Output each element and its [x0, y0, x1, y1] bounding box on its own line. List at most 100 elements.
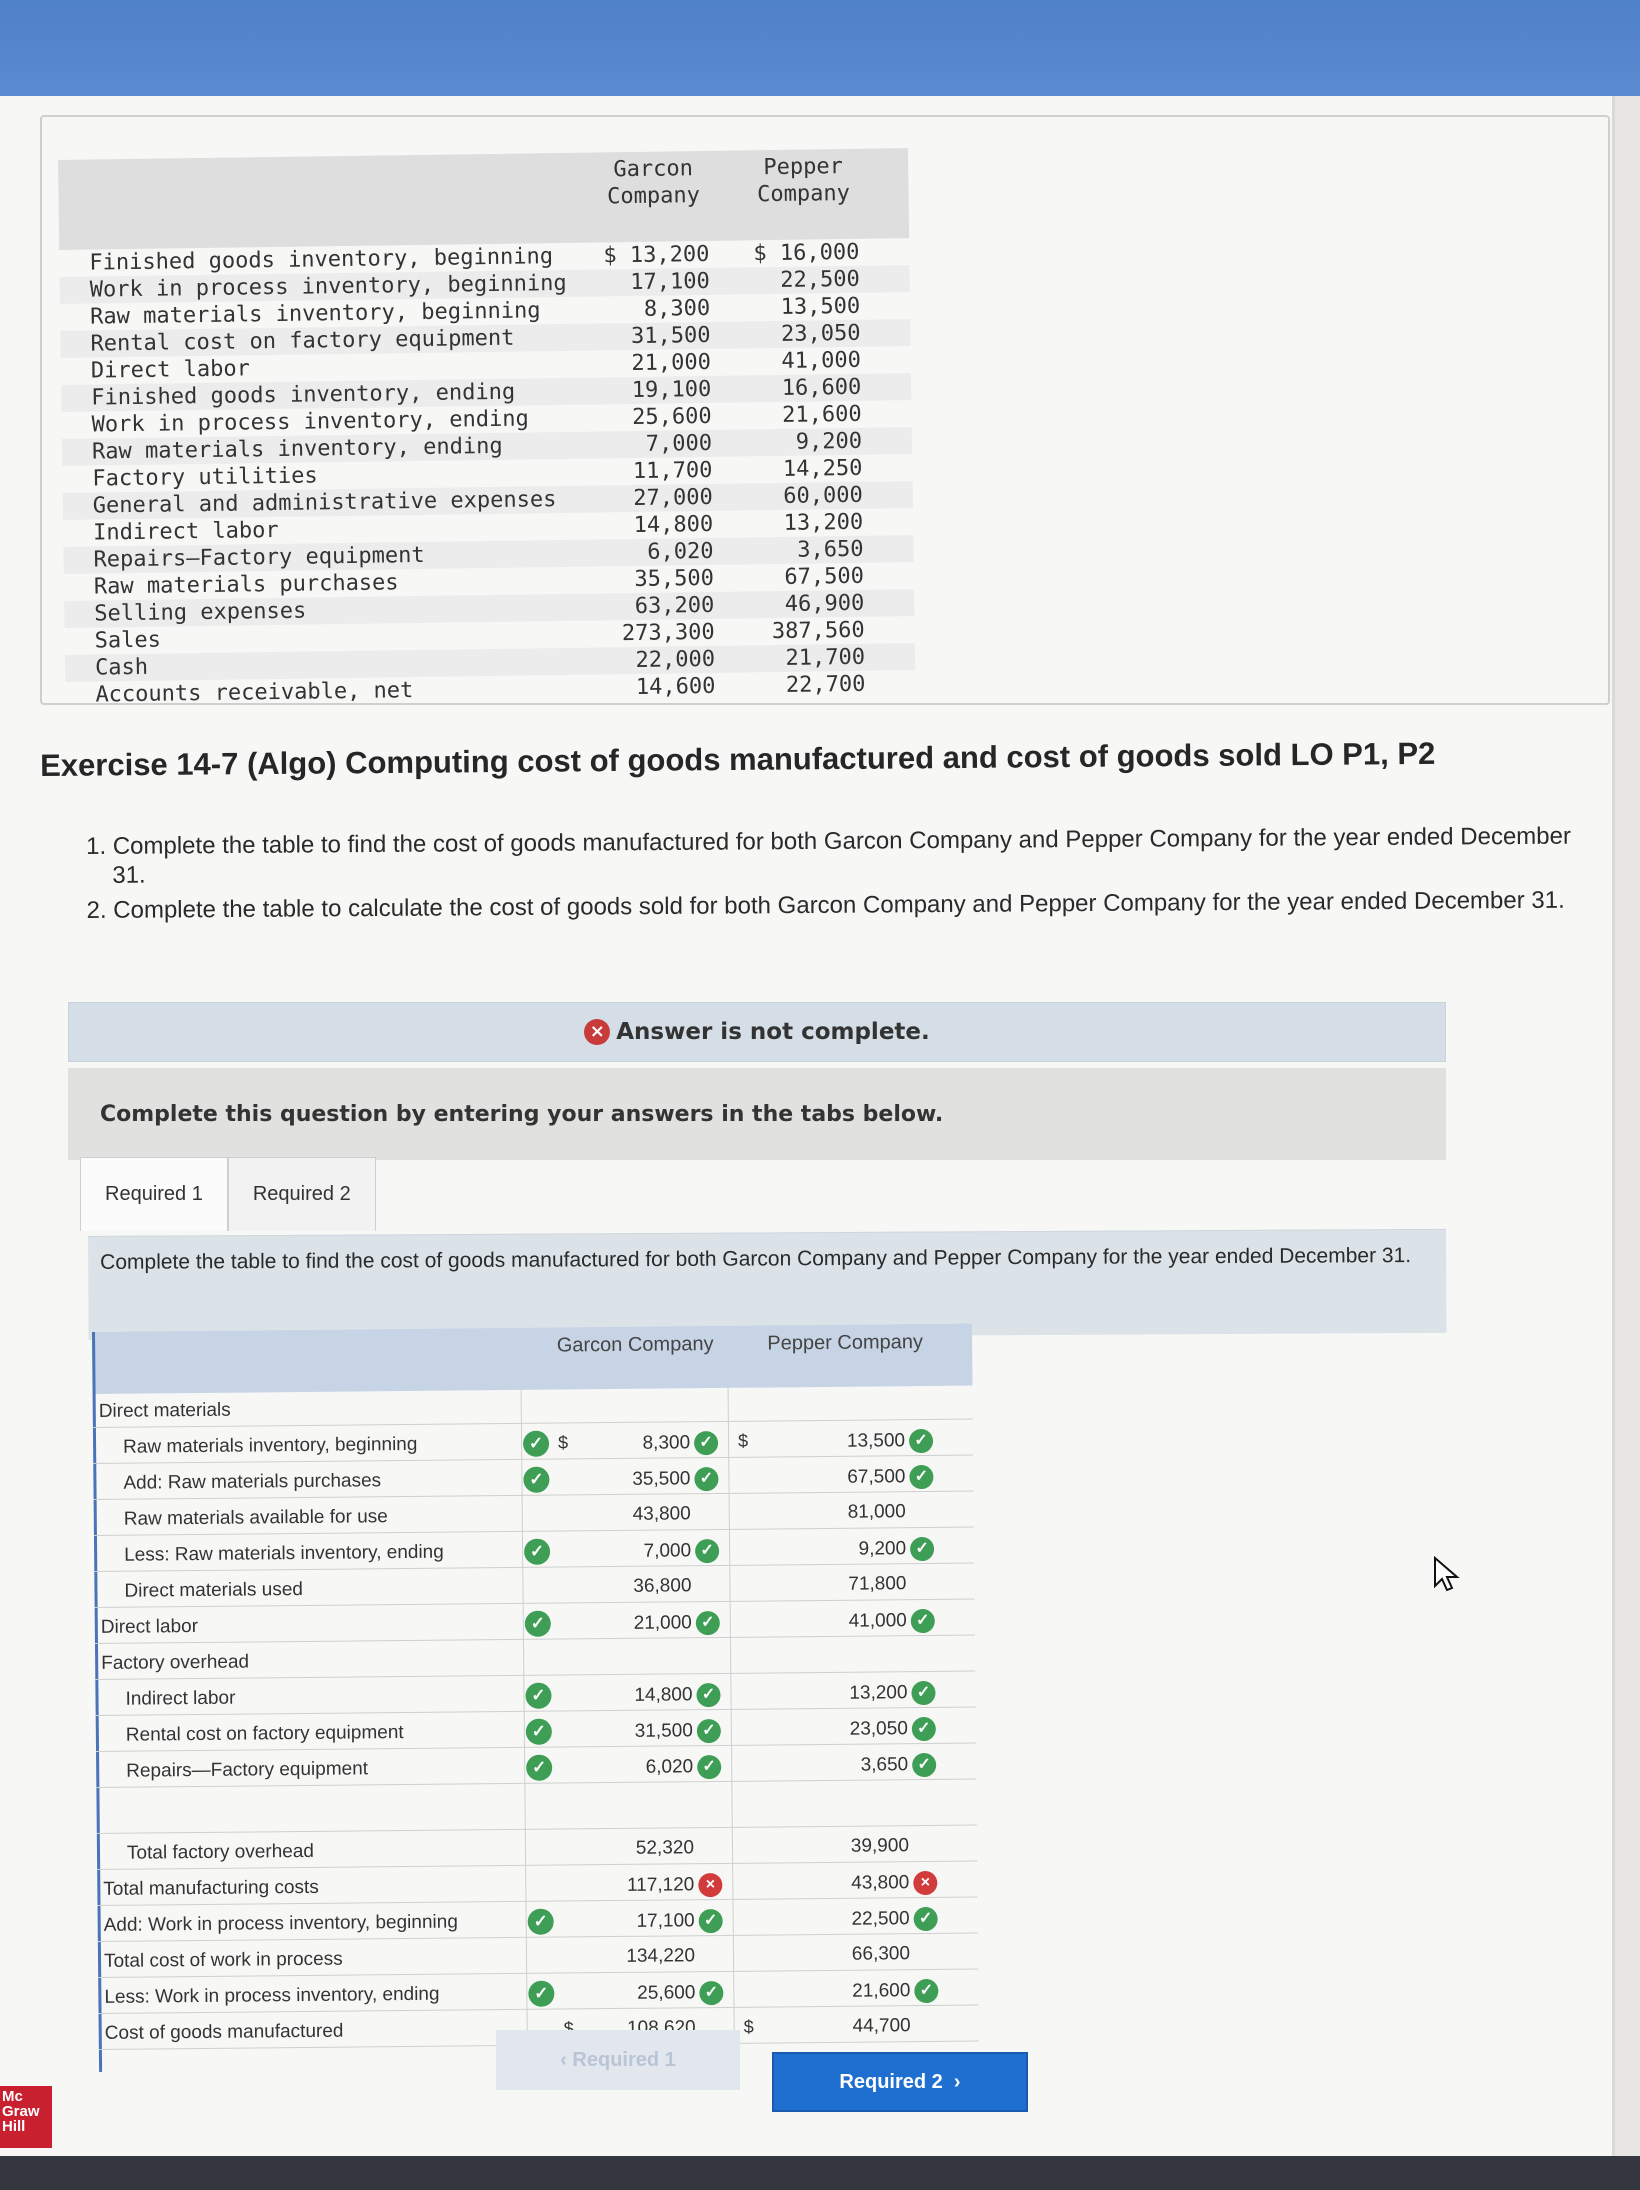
garcon-answer-cell[interactable]: 25,600 ✓ — [563, 1980, 724, 2007]
garcon-answer-cell[interactable]: 7,000 ✓ — [559, 1538, 720, 1565]
garcon-answer-cell[interactable]: 134,220 — [563, 1945, 723, 1969]
answer-table-row: Direct materials used 36,800 71,800 — [94, 1567, 975, 1608]
answer-table-row — [96, 1793, 977, 1834]
error-x-icon: × — [698, 1872, 723, 1898]
pepper-value: 23,050 — [780, 320, 861, 347]
garcon-value: 21,000 — [631, 349, 712, 377]
garcon-answer-cell[interactable]: 6,020 ✓ — [561, 1754, 722, 1781]
answer-row-label: Raw materials inventory, beginning — [123, 1433, 418, 1458]
garcon-value: 22,000 — [635, 646, 716, 673]
tab-required-2[interactable]: Required 2 — [227, 1157, 376, 1231]
pepper-answer-cell[interactable]: 13,500 ✓ — [733, 1428, 934, 1455]
complete-instruction-text: Complete this question by entering your … — [100, 1101, 944, 1127]
garcon-answer-value: 25,600 — [637, 1982, 696, 2004]
pepper-answer-value: 21,600 — [852, 1980, 911, 2002]
prev-button-label: Required 1 — [572, 2048, 676, 2071]
pepper-answer-cell[interactable]: 43,800 × — [737, 1870, 938, 1897]
garcon-answer-cell[interactable]: 36,800 — [559, 1575, 719, 1599]
answer-table-row: Rental cost on factory equipment ✓ 31,500 ✓… — [95, 1711, 976, 1752]
pepper-value: 14,250 — [782, 455, 863, 482]
garcon-answer-cell[interactable]: 31,500 ✓ — [561, 1718, 721, 1745]
pepper-answer-value: 23,050 — [849, 1718, 908, 1740]
pepper-answer-cell[interactable]: 44,700 — [739, 2015, 939, 2039]
answer-row-label: Add: Raw materials purchases — [123, 1470, 382, 1494]
pepper-answer-cell[interactable] — [733, 1393, 933, 1395]
garcon-answer-cell[interactable] — [558, 1395, 718, 1397]
answer-row-label: Total cost of work in process — [103, 1948, 343, 1972]
check-icon: ✓ — [695, 1610, 720, 1636]
answer-row-label: Less: Raw materials inventory, ending — [124, 1541, 444, 1566]
pepper-value: 46,900 — [784, 590, 865, 617]
pepper-answer-cell[interactable]: 41,000 ✓ — [735, 1608, 935, 1635]
garcon-answer-value: 36,800 — [633, 1575, 692, 1597]
check-icon: ✓ — [698, 1908, 723, 1934]
check-icon: ✓ — [694, 1466, 719, 1492]
pepper-value: 387,560 — [771, 617, 865, 645]
answer-row-label: Add: Work in process inventory, beginnin… — [103, 1911, 458, 1936]
pepper-answer-cell[interactable]: 71,800 — [734, 1573, 934, 1597]
check-icon: ✓ — [522, 1430, 550, 1457]
garcon-answer-cell[interactable]: 52,320 — [562, 1837, 722, 1861]
top-header-bar — [0, 0, 1640, 96]
pepper-value: 21,600 — [781, 401, 862, 428]
pepper-value: 9,200 — [795, 428, 863, 455]
garcon-answer-value: 134,220 — [626, 1945, 696, 1967]
pepper-answer-value: 13,500 — [846, 1430, 906, 1452]
bottom-bar — [0, 2156, 1640, 2190]
pepper-answer-cell[interactable]: 23,050 ✓ — [736, 1716, 936, 1743]
check-icon: ✓ — [911, 1680, 936, 1706]
pepper-answer-cell[interactable]: 66,300 — [738, 1943, 938, 1967]
pepper-answer-cell[interactable]: 13,200 ✓ — [735, 1680, 936, 1707]
pepper-answer-cell[interactable] — [737, 1799, 937, 1801]
garcon-answer-cell[interactable]: 35,500 ✓ — [558, 1466, 719, 1493]
answer-row-label: Cost of goods manufactured — [104, 2020, 344, 2044]
garcon-value: 6,020 — [647, 538, 714, 565]
pepper-answer-value: 43,800 — [851, 1872, 910, 1894]
check-icon: ✓ — [525, 1682, 552, 1709]
check-icon: ✓ — [910, 1608, 935, 1634]
answer-table-row: Raw materials available for use 43,800 81,… — [93, 1495, 974, 1536]
next-required-button[interactable]: Required 2 › — [772, 2052, 1028, 2112]
answer-table-row: Direct materials — [92, 1387, 973, 1428]
error-x-icon: × — [584, 1019, 611, 1045]
pepper-answer-cell[interactable]: 22,500 ✓ — [738, 1906, 938, 1933]
garcon-answer-cell[interactable]: 43,800 — [559, 1503, 719, 1527]
answer-row-label: Direct materials — [98, 1399, 231, 1422]
garcon-value: 14,600 — [635, 673, 716, 700]
check-icon: ✓ — [524, 1610, 551, 1637]
pepper-answer-cell[interactable]: 21,600 ✓ — [738, 1978, 939, 2005]
instruction-2: 2. Complete the table to calculate the c… — [86, 886, 1565, 924]
pepper-answer-value: 67,500 — [847, 1466, 906, 1488]
tab-required-1[interactable]: Required 1 — [80, 1157, 228, 1231]
answer-table-row: Raw materials inventory, beginning ✓ $ $8,3… — [92, 1423, 974, 1464]
check-icon: ✓ — [697, 1754, 722, 1780]
garcon-answer-cell[interactable] — [562, 1801, 722, 1803]
pepper-answer-cell[interactable] — [735, 1645, 935, 1647]
check-icon: ✓ — [693, 1430, 719, 1456]
answer-table-row: Total cost of work in process 134,220 66,3… — [97, 1937, 979, 1978]
pepper-answer-cell[interactable]: 9,200 ✓ — [734, 1536, 935, 1563]
garcon-answer-cell[interactable]: 14,800 ✓ — [560, 1682, 721, 1709]
garcon-answer-cell[interactable]: 117,120 × — [562, 1872, 723, 1899]
check-icon: ✓ — [525, 1718, 552, 1745]
pepper-answer-value: 71,800 — [848, 1573, 907, 1595]
garcon-answer-cell[interactable]: 17,100 ✓ — [563, 1908, 723, 1935]
prev-required-button[interactable]: ‹ Required 1 — [496, 2030, 740, 2090]
pepper-value: $ 16,000 — [753, 239, 860, 267]
garcon-value: 35,500 — [634, 565, 715, 592]
check-icon: ✓ — [523, 1466, 550, 1493]
answer-row-label: Rental cost on factory equipment — [125, 1722, 404, 1746]
answer-row-label: Direct labor — [100, 1615, 199, 1638]
garcon-answer-cell[interactable]: 21,000 ✓ — [560, 1610, 720, 1637]
pepper-answer-cell[interactable]: 67,500 ✓ — [733, 1464, 934, 1491]
garcon-answer-value: 117,120 — [626, 1874, 695, 1896]
garcon-answer-cell[interactable] — [560, 1647, 720, 1649]
garcon-answer-cell[interactable]: 8,300 ✓ — [558, 1430, 719, 1457]
pepper-answer-value: 22,500 — [851, 1908, 910, 1930]
pepper-answer-cell[interactable]: 39,900 — [737, 1835, 937, 1859]
pepper-answer-cell[interactable]: 3,650 ✓ — [736, 1752, 937, 1779]
pepper-value: 21,700 — [785, 644, 866, 671]
pepper-answer-cell[interactable]: 81,000 — [734, 1501, 934, 1525]
pepper-value: 60,000 — [783, 482, 863, 509]
pepper-value: 16,600 — [781, 374, 862, 401]
